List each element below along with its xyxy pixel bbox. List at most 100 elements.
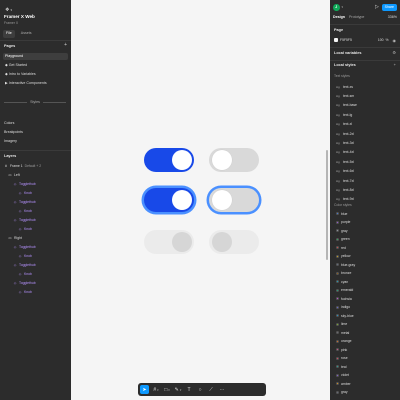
color-swatch [336, 263, 339, 266]
chevron-down-icon: ▾ [157, 387, 159, 392]
zoom-level[interactable]: 336% [388, 15, 397, 19]
variables-icon[interactable]: ⚙ [392, 50, 396, 55]
color-style-item[interactable]: violet [336, 373, 349, 378]
layer-item[interactable]: ◇ Togglethub [13, 280, 36, 286]
color-style-item[interactable]: red [336, 245, 346, 250]
text-style-item[interactable]: Ag text-xs [336, 84, 353, 89]
layer-item[interactable]: ▭ Right [8, 235, 22, 241]
text-style-item[interactable]: Ag text-6xl [336, 169, 354, 174]
toggle-switch[interactable] [209, 148, 259, 172]
color-style-item[interactable]: cyan [336, 279, 348, 284]
color-style-item[interactable]: purple [336, 220, 350, 225]
color-style-item[interactable]: gray [336, 390, 348, 395]
text-style-item[interactable]: Ag text-3xl [336, 140, 354, 145]
toggle-switch[interactable] [144, 188, 194, 212]
add-page-icon[interactable]: + [64, 42, 67, 48]
play-icon[interactable]: ▷ [375, 4, 380, 10]
tab-file[interactable]: File [3, 30, 15, 38]
toggle-switch[interactable] [209, 188, 259, 212]
chevron-down-icon[interactable]: ▾ [342, 5, 344, 9]
present-tool-button[interactable]: ⟋ [207, 385, 215, 394]
color-style-item[interactable]: rose [336, 356, 348, 361]
page-item-breakpoints[interactable]: Breakpoints [4, 130, 23, 134]
instance-icon: ◇ [18, 272, 22, 276]
share-button[interactable]: Share [381, 3, 397, 11]
tab-prototype[interactable]: Prototype [349, 15, 364, 19]
color-style-item[interactable]: indigo [336, 305, 350, 310]
eye-icon[interactable]: ◉ [393, 38, 397, 43]
color-style-item[interactable]: sky-blue [336, 313, 354, 318]
more-tools-button[interactable]: ··· [218, 385, 226, 394]
local-variables-header[interactable]: Local variables [334, 51, 361, 55]
fill-hex[interactable]: F5F5F5 [340, 38, 352, 42]
color-style-item[interactable]: bronze [336, 271, 351, 276]
fill-swatch[interactable] [334, 38, 338, 42]
text-style-item[interactable]: Ag text-4xl [336, 150, 354, 155]
page-item-playground[interactable]: Playground [3, 53, 68, 60]
canvas[interactable] [71, 0, 329, 400]
add-style-icon[interactable]: + [394, 62, 396, 67]
color-swatch [336, 365, 339, 368]
color-style-item[interactable]: teal [336, 364, 346, 369]
text-style-item[interactable]: Ag text-base [336, 103, 357, 108]
page-item-colors[interactable]: Colors [4, 121, 14, 125]
layer-item[interactable]: ◇ Knob [18, 208, 32, 214]
text-style-item[interactable]: Ag text-2xl [336, 131, 354, 136]
color-style-item[interactable]: yellow [336, 254, 350, 259]
color-style-item[interactable]: green [336, 237, 350, 242]
page-item-imagery[interactable]: Imagery [4, 139, 17, 143]
text-style-item[interactable]: Ag text-8xl [336, 187, 354, 192]
color-style-item[interactable]: pink [336, 347, 347, 352]
layer-item[interactable]: ◇ Knob [18, 190, 32, 196]
avatar[interactable]: J [333, 3, 340, 11]
color-style-item[interactable]: emerald [336, 288, 353, 293]
page-item-interactive-components[interactable]: ▶ Interactive Components [3, 80, 68, 87]
text-style-label: text-8xl [343, 187, 354, 192]
text-style-item[interactable]: Ag text-sm [336, 93, 354, 98]
toggle-switch[interactable] [144, 148, 194, 172]
layer-frame[interactable]: # Frame 1 Default + 2 [4, 163, 41, 169]
frame-tool-button[interactable]: # ▾ [152, 385, 160, 394]
color-style-item[interactable]: blue [336, 211, 347, 216]
layer-item[interactable]: ◇ Togglethub [13, 181, 36, 187]
color-style-item[interactable]: blue-gray [336, 262, 355, 267]
color-style-label: teal [341, 364, 347, 369]
pen-tool-button[interactable]: ✎ ▾ [174, 385, 182, 394]
layer-item[interactable]: ◇ Togglethub [13, 217, 36, 223]
tab-assets[interactable]: Assets [18, 30, 35, 38]
shape-tool-button[interactable]: □ ▾ [163, 385, 171, 394]
bottom-toolbar: ➤ # ▾ □ ▾ ✎ ▾ T ○ ⟋ ··· [138, 383, 266, 396]
layer-item[interactable]: ▭ Left [8, 172, 19, 178]
text-style-item[interactable]: Ag text-lg [336, 112, 352, 117]
layer-item[interactable]: ◇ Togglethub [13, 199, 36, 205]
file-project[interactable]: Framer X [4, 21, 18, 25]
tab-design[interactable]: Design [333, 15, 345, 19]
layer-item[interactable]: ◇ Togglethub [13, 262, 36, 268]
color-style-item[interactable]: lime [336, 322, 347, 327]
text-style-item[interactable]: Ag text-9xl [336, 197, 354, 202]
layer-item[interactable]: ◇ Knob [18, 289, 32, 295]
layer-item[interactable]: ◇ Knob [18, 253, 32, 259]
layer-item[interactable]: ◇ Knob [18, 271, 32, 277]
color-style-item[interactable]: gray [336, 228, 348, 233]
color-style-item[interactable]: amber [336, 381, 351, 386]
text-style-item[interactable]: Ag text-7xl [336, 178, 354, 183]
move-tool-button[interactable]: ➤ [140, 385, 149, 394]
layer-item[interactable]: ◇ Togglethub [13, 244, 36, 250]
page-item-get-started[interactable]: ◆ Get Started [3, 62, 68, 69]
text-tool-button[interactable]: T [185, 385, 193, 394]
canvas-scrollbar[interactable] [326, 150, 328, 260]
text-style-item[interactable]: Ag text-5xl [336, 159, 354, 164]
color-style-item[interactable]: metal [336, 330, 349, 335]
text-style-item[interactable]: Ag text-xl [336, 122, 352, 127]
layer-item[interactable]: ◇ Knob [18, 226, 32, 232]
file-title[interactable]: Framer X Web [4, 14, 35, 19]
color-swatch [336, 212, 339, 215]
page-item-intro-to-variables[interactable]: ◆ Intro to Variables [3, 71, 68, 78]
fill-opacity[interactable]: 100 [378, 38, 384, 42]
color-style-item[interactable]: fuchsia [336, 296, 352, 301]
page-fill-row[interactable]: F5F5F5 100 % ◉ [334, 37, 396, 43]
color-style-item[interactable]: orange [336, 339, 352, 344]
comment-tool-button[interactable]: ○ [196, 385, 204, 394]
color-swatch [336, 339, 339, 343]
